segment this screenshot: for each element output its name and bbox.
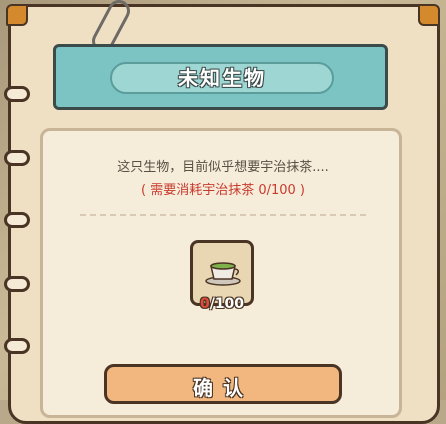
matcha-tea-cup-icon	[205, 262, 241, 286]
creature-description: 这只生物，目前似乎想要宇治抹茶....	[117, 160, 329, 175]
item-owned: 0	[199, 296, 210, 312]
corner-ornament-right	[418, 4, 440, 26]
cost-requirement: ( 需要消耗宇治抹茶 0/100 )	[140, 183, 305, 198]
ring-icon	[4, 338, 30, 354]
ring-icon	[4, 150, 30, 166]
dashed-divider	[80, 214, 366, 216]
ring-icon	[4, 86, 30, 102]
ring-icon	[4, 212, 30, 228]
item-count: 0/100	[190, 296, 254, 312]
item-required: /100	[209, 296, 245, 312]
dialog-title: 未知生物	[178, 66, 266, 90]
corner-ornament-left	[6, 4, 28, 26]
ring-icon	[4, 276, 30, 292]
confirm-label[interactable]: 确认	[104, 372, 342, 401]
